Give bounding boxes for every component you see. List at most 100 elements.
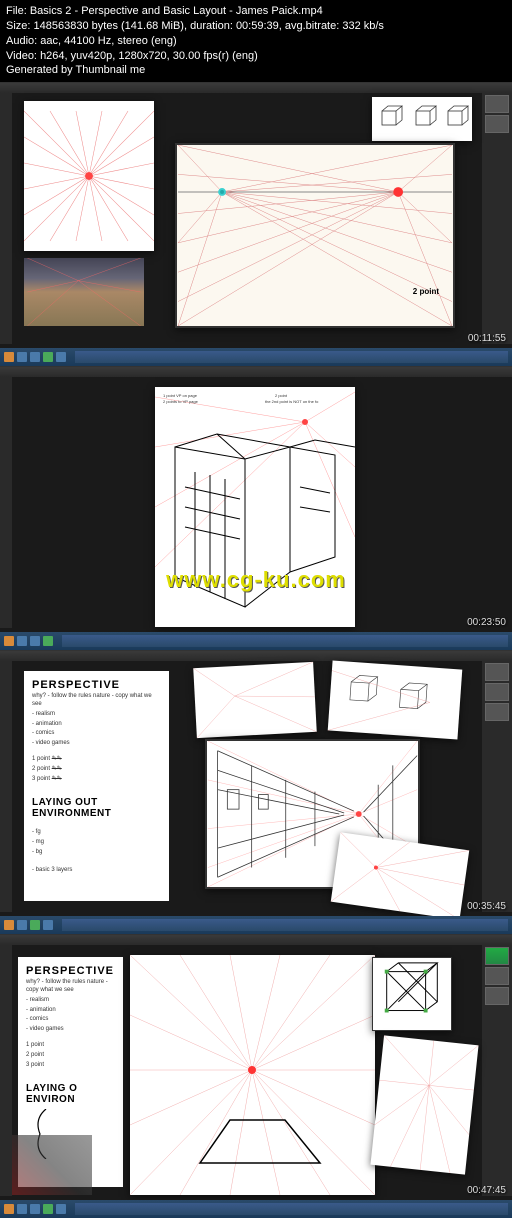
file-label: File: <box>6 5 27 17</box>
heading-laying-out-clipped: LAYING O <box>26 1083 115 1094</box>
taskbar-app-icon <box>30 1204 40 1214</box>
panel-thumb <box>485 663 509 681</box>
photo-overlay-icon <box>24 258 144 326</box>
taskbar-tray <box>75 1203 508 1215</box>
two-point-label: 2 point <box>413 287 439 296</box>
app-panels-right <box>482 945 512 1196</box>
start-button-icon <box>4 636 14 646</box>
taskbar-app-icon <box>43 1204 53 1214</box>
app-panels-right <box>482 93 512 344</box>
note-3point: 3 point ✎✎ <box>32 776 161 784</box>
note-animation: - animation <box>26 1007 115 1015</box>
start-button-icon <box>4 1204 14 1214</box>
canvas-3pt-perspective <box>370 1036 478 1175</box>
cubes-icon <box>372 97 472 141</box>
note-animation: - animation <box>32 721 161 729</box>
cube-reference-sheet <box>372 97 472 141</box>
size-label: Size: <box>6 20 30 32</box>
app-panels-right <box>482 661 512 912</box>
audio-label: Audio: <box>6 35 37 47</box>
taskbar-app-icon <box>56 352 66 362</box>
label-1pt: 1 point <box>32 756 50 762</box>
audio-info: Audio: aac, 44100 Hz, stereo (eng) <box>6 34 506 49</box>
heading-perspective: PERSPECTIVE <box>26 965 115 977</box>
audio-value: aac, 44100 Hz, stereo (eng) <box>40 35 176 47</box>
label-3pt: 3 point <box>26 1062 115 1070</box>
taskbar-items <box>0 632 512 650</box>
app-menubar <box>0 367 512 377</box>
video-thumbnail-2: 1 point VP on page 2 points to VP page 2… <box>0 366 512 650</box>
timestamp-4: 00:47:45 <box>467 1185 506 1196</box>
starburst-small-icon <box>331 833 469 920</box>
heading-environment-clipped: ENVIRON <box>26 1094 115 1105</box>
note-comics: - comics <box>32 730 161 738</box>
taskbar-tray <box>62 919 508 931</box>
note-why: why? - follow the rules nature - copy wh… <box>26 979 115 995</box>
note-why: why? - follow the rules nature - copy wh… <box>32 693 161 709</box>
taskbar-app-icon <box>30 636 40 646</box>
svg-text:1 point VP on page: 1 point VP on page <box>163 393 198 398</box>
taskbar-app-icon <box>30 920 40 930</box>
app-toolbox <box>0 93 12 344</box>
app-menubar <box>0 83 512 93</box>
svg-text:the 2nd point is NOT on the fo: the 2nd point is NOT on the fo <box>265 399 319 404</box>
note-video-games: - video games <box>26 1026 115 1034</box>
taskbar-app-icon <box>30 352 40 362</box>
panel-thumb <box>485 987 509 1005</box>
file-value: Basics 2 - Perspective and Basic Layout … <box>30 5 323 17</box>
panel-thumb <box>485 683 509 701</box>
os-taskbar <box>0 348 512 366</box>
app-toolbox <box>0 661 12 912</box>
note-1point: 1 point ✎✎ <box>32 756 161 764</box>
start-button-icon <box>4 920 14 930</box>
app-menubar <box>0 935 512 945</box>
heading-perspective: PERSPECTIVE <box>32 679 161 691</box>
size-info: Size: 148563830 bytes (141.68 MiB), dura… <box>6 19 506 34</box>
os-taskbar <box>0 916 512 934</box>
video-label: Video: <box>6 50 37 62</box>
label-2pt: 2 point <box>26 1052 115 1060</box>
video-value: h264, yuv420p, 1280x720, 30.00 fps(r) (e… <box>40 50 258 62</box>
label-2pt: 2 point <box>32 766 50 772</box>
starburst-icon <box>24 101 154 251</box>
notes-sheet-perspective: PERSPECTIVE why? - follow the rules natu… <box>24 671 169 901</box>
label-3pt: 3 point <box>32 776 50 782</box>
taskbar-app-icon <box>17 352 27 362</box>
taskbar-app-icon <box>43 636 53 646</box>
timestamp-2: 00:23:50 <box>467 617 506 628</box>
os-taskbar <box>0 1200 512 1218</box>
timestamp-1: 00:11:55 <box>468 333 506 344</box>
note-mg: - mg <box>32 839 161 847</box>
canvas-2pt-perspective: 2 point <box>175 143 455 328</box>
app-toolbox <box>0 377 12 628</box>
video-thumbnail-4: PERSPECTIVE why? - follow the rules natu… <box>0 934 512 1218</box>
generated-value: Generated by Thumbnail me <box>6 64 145 76</box>
reference-photo <box>24 258 144 326</box>
canvas-small-3 <box>331 833 469 920</box>
two-point-diagram-icon <box>177 145 453 326</box>
heading-laying-out: LAYING OUT <box>32 797 161 808</box>
heading-environment: ENVIRONMENT <box>32 808 161 819</box>
taskbar-app-icon <box>17 1204 27 1214</box>
app-toolbox <box>0 945 12 1196</box>
svg-text:2 point: 2 point <box>275 393 288 398</box>
sketch-cubes-icon <box>328 661 463 740</box>
panel-thumb <box>485 947 509 965</box>
cube-diagonal-icon <box>373 958 451 1030</box>
taskbar-tray <box>62 635 508 647</box>
note-comics: - comics <box>26 1016 115 1024</box>
note-basic-layers: - basic 3 layers <box>32 867 161 875</box>
reference-photo-dark <box>12 1135 92 1195</box>
size-value: 148563830 bytes (141.68 MiB), duration: … <box>34 20 384 32</box>
note-2point: 2 point ✎✎ <box>32 766 161 774</box>
taskbar-app-icon <box>43 920 53 930</box>
canvas-1pt-perspective <box>24 101 154 251</box>
panel-thumb <box>485 703 509 721</box>
sketch-icon <box>193 662 316 738</box>
burst-icon <box>370 1036 478 1175</box>
note-realism: - realism <box>32 711 161 719</box>
start-button-icon <box>4 352 14 362</box>
video-thumbnail-1: 2 point 00:11:55 <box>0 82 512 366</box>
file-info: File: Basics 2 - Perspective and Basic L… <box>6 4 506 19</box>
taskbar-items <box>0 1200 512 1218</box>
